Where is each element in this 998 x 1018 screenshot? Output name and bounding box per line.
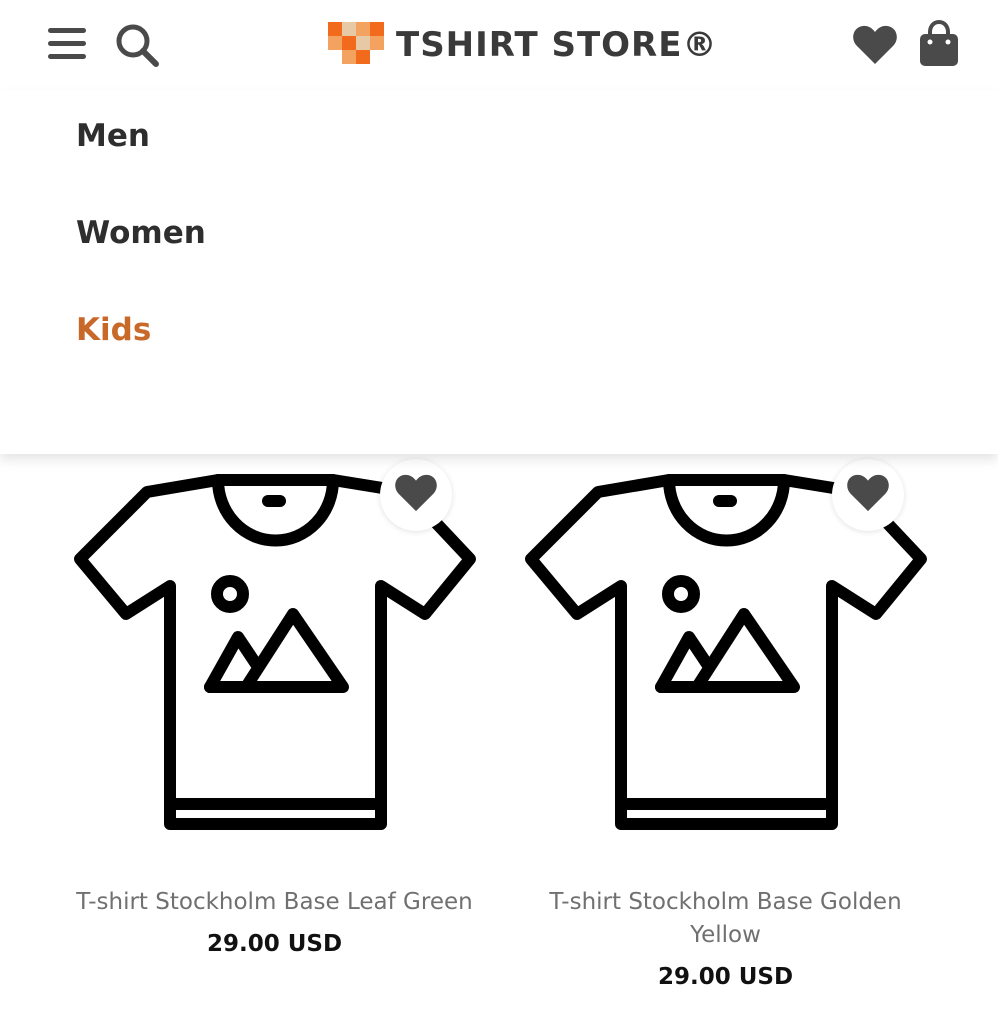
product-card[interactable]: T-shirt Stockholm Base Leaf Green 29.00 … [50, 454, 499, 1018]
menu-item-men[interactable]: Men [76, 118, 150, 154]
heart-icon [846, 473, 890, 517]
heart-icon [394, 473, 438, 517]
tshirt-placeholder-icon [525, 474, 927, 830]
product-price: 29.00 USD [657, 964, 794, 990]
site-header: TSHIRT STORE® [0, 0, 998, 90]
add-to-wishlist-button[interactable] [380, 459, 452, 531]
product-name[interactable]: T-shirt Stockholm Base Leaf Green [50, 886, 499, 919]
product-grid: T-shirt Stockholm Base Leaf Green 29.00 … [0, 454, 998, 1018]
add-to-wishlist-button[interactable] [832, 459, 904, 531]
product-price: 29.00 USD [206, 931, 343, 957]
tshirt-placeholder-icon [74, 474, 476, 830]
menu-icon[interactable] [46, 24, 88, 68]
product-card[interactable]: T-shirt Stockholm Base Golden Yellow 29.… [501, 454, 950, 1018]
category-menu: Men Women Kids [0, 90, 998, 454]
product-name[interactable]: T-shirt Stockholm Base Golden Yellow [531, 886, 920, 952]
search-icon[interactable] [114, 22, 162, 72]
logo-mark-icon [328, 19, 384, 71]
brand-name: TSHIRT STORE® [396, 25, 718, 65]
menu-item-women[interactable]: Women [76, 215, 206, 251]
menu-item-kids[interactable]: Kids [76, 312, 151, 348]
brand-logo[interactable]: TSHIRT STORE® [328, 20, 717, 70]
heart-icon[interactable] [852, 24, 898, 70]
shopping-bag-icon[interactable] [918, 19, 960, 72]
